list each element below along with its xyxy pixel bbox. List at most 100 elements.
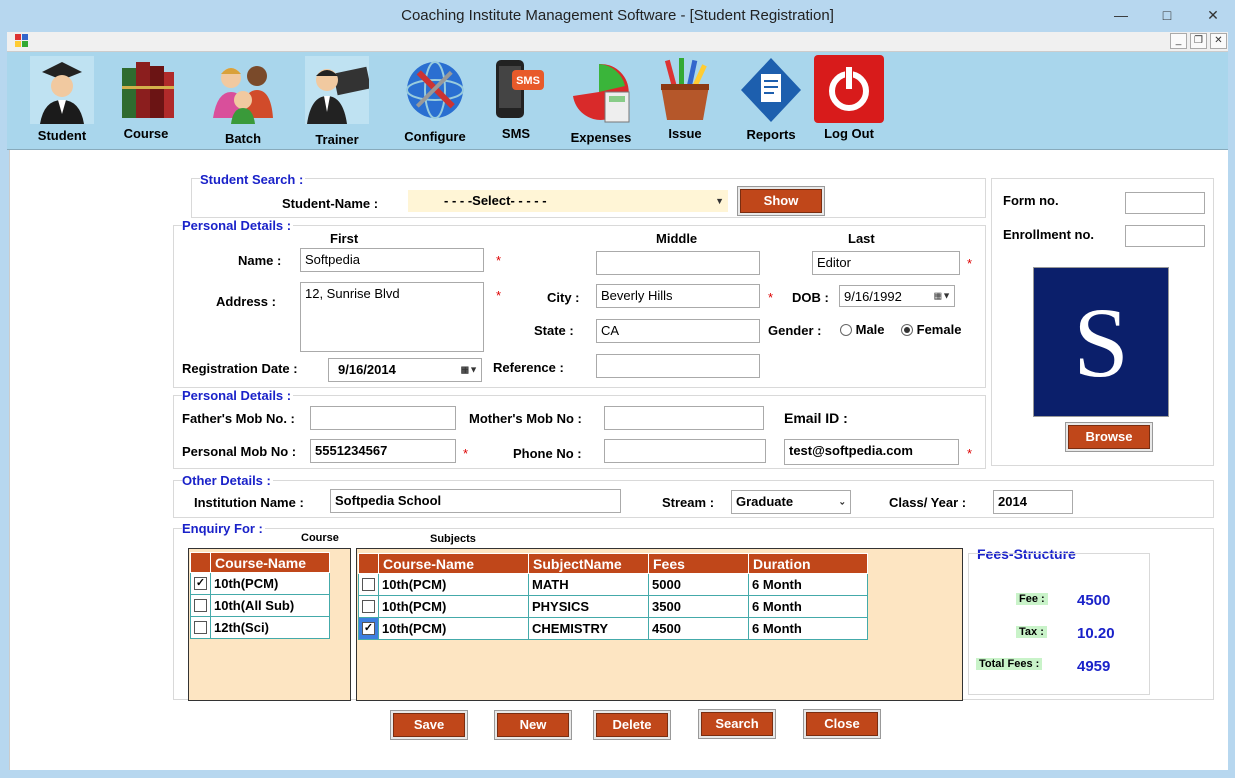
first-name-input[interactable]: Softpedia — [300, 248, 484, 272]
subject-course-cell: 10th(PCM) — [378, 617, 529, 640]
dob-picker[interactable]: 9/16/1992 ▦▼ — [839, 285, 955, 307]
enquiry-title: Enquiry For : — [182, 521, 265, 536]
address-input[interactable]: 12, Sunrise Blvd — [300, 282, 484, 352]
subject-course-header[interactable]: Course-Name — [378, 553, 529, 574]
fees-header[interactable]: Fees — [648, 553, 749, 574]
state-label: State : — [534, 323, 574, 338]
toolbar-batch-button[interactable]: Batch — [203, 52, 283, 148]
configure-icon — [403, 56, 467, 124]
checkbox-icon[interactable] — [362, 578, 375, 591]
table-row[interactable]: 12th(Sci) — [190, 616, 330, 639]
new-button[interactable]: New — [497, 713, 569, 737]
phone-input[interactable] — [604, 439, 766, 463]
child-restore-button[interactable]: ❐ — [1190, 33, 1207, 49]
close-button[interactable]: Close — [806, 712, 878, 736]
dropdown-arrow-icon: ▼ — [715, 196, 724, 206]
state-input[interactable]: CA — [596, 319, 760, 343]
course-checkbox-cell[interactable] — [190, 616, 211, 639]
toolbar-sms-button[interactable]: SMS SMS — [481, 52, 551, 148]
form-no-input[interactable] — [1125, 192, 1205, 214]
course-name-cell: 12th(Sci) — [210, 616, 330, 639]
search-button[interactable]: Search — [701, 712, 773, 736]
subject-checkbox-cell[interactable] — [358, 573, 379, 596]
mother-mob-input[interactable] — [604, 406, 764, 430]
toolbar-expenses-label: Expenses — [570, 130, 632, 145]
child-close-button[interactable]: ✕ — [1210, 33, 1227, 49]
student-name-select[interactable]: - - - -Select- - - - - ▼ — [408, 190, 728, 212]
delete-button[interactable]: Delete — [596, 713, 668, 737]
gender-male-radio[interactable]: Male — [840, 322, 885, 337]
toolbar-student-button[interactable]: Student — [25, 52, 99, 148]
subject-checkbox-cell[interactable]: ✓ — [358, 617, 379, 640]
father-mob-input[interactable] — [310, 406, 456, 430]
subject-checkbox-cell[interactable] — [358, 595, 379, 618]
course-grid: Course-Name ✓ 10th(PCM) 10th(All Sub) 12… — [188, 548, 351, 701]
show-button[interactable]: Show — [740, 189, 822, 213]
toolbar-issue-label: Issue — [668, 126, 702, 141]
personal-mob-input[interactable]: 5551234567 — [310, 439, 456, 463]
table-row[interactable]: ✓ 10th(PCM) — [190, 572, 330, 595]
table-row[interactable]: 10th(PCM) MATH 5000 6 Month — [358, 573, 868, 596]
minimize-button[interactable]: — — [1098, 2, 1144, 28]
toolbar-issue-button[interactable]: Issue — [649, 52, 721, 148]
subject-name-cell: CHEMISTRY — [528, 617, 649, 640]
maximize-button[interactable]: □ — [1144, 2, 1190, 28]
reference-input[interactable] — [596, 354, 760, 378]
save-button[interactable]: Save — [393, 713, 465, 737]
toolbar-reports-button[interactable]: Reports — [733, 52, 809, 148]
toolbar-sms-label: SMS — [501, 126, 531, 141]
close-window-button[interactable]: ✕ — [1190, 2, 1235, 28]
student-name-value: - - - -Select- - - - - — [444, 193, 547, 208]
duration-cell: 6 Month — [748, 573, 868, 596]
middle-name-input[interactable] — [596, 251, 760, 275]
class-year-input[interactable]: 2014 — [993, 490, 1073, 514]
checked-checkbox-icon[interactable]: ✓ — [362, 622, 375, 635]
table-row[interactable]: ✓ 10th(PCM) CHEMISTRY 4500 6 Month — [358, 617, 868, 640]
duration-header[interactable]: Duration — [748, 553, 868, 574]
institution-input[interactable]: Softpedia School — [330, 489, 621, 513]
table-row[interactable]: 10th(PCM) PHYSICS 3500 6 Month — [358, 595, 868, 618]
checkbox-icon[interactable] — [194, 621, 207, 634]
browse-button[interactable]: Browse — [1068, 425, 1150, 449]
main-toolbar: Student Course Batch Trainer Configure S… — [7, 52, 1228, 150]
toolbar-trainer-button[interactable]: Trainer — [297, 52, 377, 148]
toolbar-expenses-button[interactable]: Expenses — [561, 52, 641, 148]
checkbox-icon[interactable] — [194, 599, 207, 612]
calendar-icon: ▦▼ — [460, 364, 478, 375]
course-name-header[interactable]: Course-Name — [210, 552, 330, 573]
toolbar-course-button[interactable]: Course — [109, 52, 183, 148]
toolbar-configure-button[interactable]: Configure — [395, 52, 475, 148]
subjects-grid: Course-Name SubjectName Fees Duration 10… — [356, 548, 963, 701]
course-checkbox-cell[interactable]: ✓ — [190, 572, 211, 595]
toolbar-batch-label: Batch — [224, 131, 262, 146]
calendar-icon: ▦▼ — [933, 290, 951, 301]
gender-label: Gender : — [768, 323, 822, 338]
required-star: * — [496, 288, 502, 303]
stream-select[interactable]: Graduate ⌄ — [731, 490, 851, 514]
father-mob-label: Father's Mob No. : — [182, 411, 295, 426]
email-input[interactable]: test@softpedia.com — [784, 439, 959, 465]
last-name-input[interactable]: Editor — [812, 251, 960, 275]
mdi-menu-bar: _ ❐ ✕ — [7, 32, 1228, 52]
window-title: Coaching Institute Management Software -… — [0, 0, 1235, 32]
checkbox-icon[interactable] — [362, 600, 375, 613]
dob-label: DOB : — [792, 290, 829, 305]
address-label: Address : — [216, 294, 276, 309]
course-checkbox-cell[interactable] — [190, 594, 211, 617]
toolbar-course-label: Course — [123, 126, 169, 141]
fee-value: 4500 — [1077, 592, 1111, 609]
phone-label: Phone No : — [513, 446, 582, 461]
gender-female-radio[interactable]: Female — [901, 322, 961, 337]
books-icon — [114, 56, 178, 124]
toolbar-logout-button[interactable]: Log Out — [811, 52, 887, 148]
checked-checkbox-icon[interactable]: ✓ — [194, 577, 207, 590]
city-input[interactable]: Beverly Hills — [596, 284, 760, 308]
subject-name-header[interactable]: SubjectName — [528, 553, 649, 574]
fees-cell: 4500 — [648, 617, 749, 640]
required-star: * — [967, 256, 973, 271]
enrollment-no-input[interactable] — [1125, 225, 1205, 247]
table-row[interactable]: 10th(All Sub) — [190, 594, 330, 617]
registration-date-picker[interactable]: 9/16/2014 ▦▼ — [328, 358, 482, 382]
child-minimize-button[interactable]: _ — [1170, 33, 1187, 49]
course-name-cell: 10th(PCM) — [210, 572, 330, 595]
